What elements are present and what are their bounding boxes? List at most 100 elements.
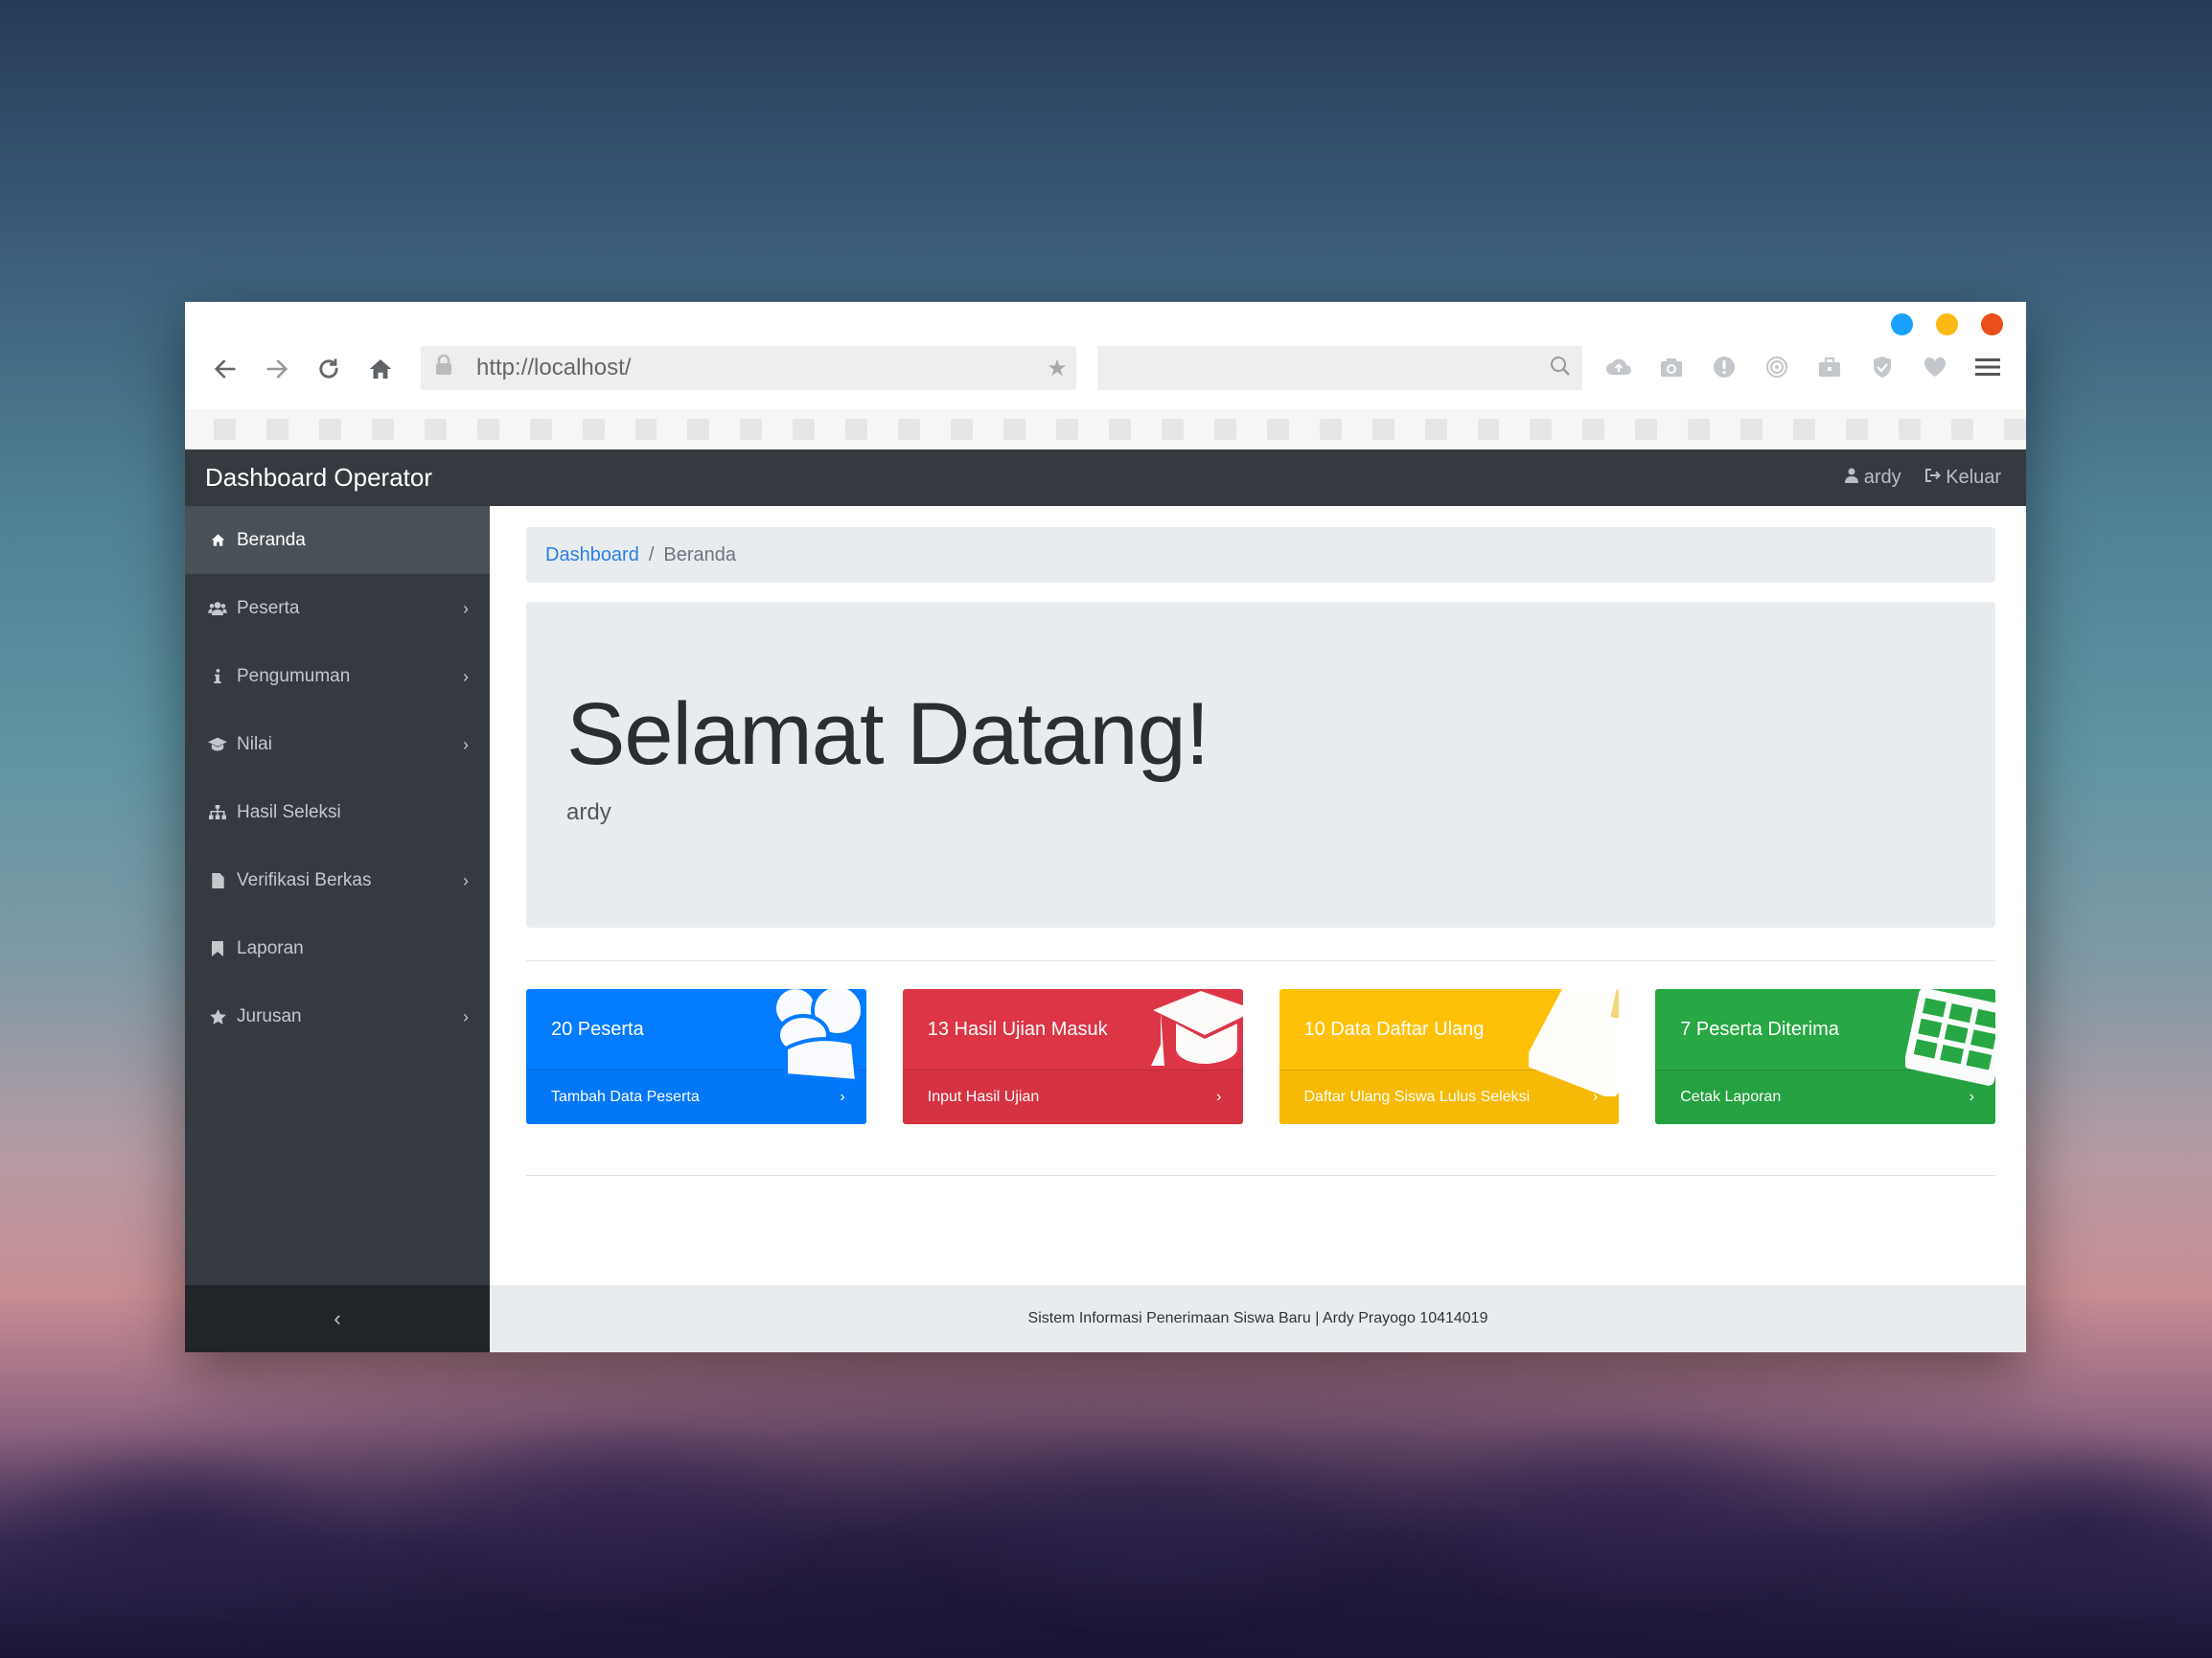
bookmark-placeholder[interactable] — [424, 419, 447, 440]
arrow-right-icon — [266, 359, 288, 379]
logout-link[interactable]: Keluar — [1924, 467, 2001, 489]
bookmark-placeholder[interactable] — [1950, 419, 1973, 440]
bookmark-placeholder[interactable] — [318, 419, 341, 440]
bookmark-placeholder[interactable] — [2003, 419, 2026, 440]
forward-button[interactable] — [258, 350, 296, 388]
bookmark-placeholder[interactable] — [1846, 419, 1868, 440]
bookmark-placeholder[interactable] — [1161, 419, 1184, 440]
welcome-subtitle: ardy — [566, 799, 611, 825]
bookmark-placeholder[interactable] — [634, 419, 657, 440]
bookmark-placeholder[interactable] — [1899, 419, 1921, 440]
card-hasil-ujian: 13 Hasil Ujian Masuk Input Hasil Ujian › — [902, 989, 1243, 1124]
close-dot[interactable] — [1981, 313, 2003, 335]
bookmark-star-icon[interactable]: ★ — [1038, 355, 1076, 382]
user-nav: ardy Keluar — [1845, 467, 2001, 489]
sidebar-item-nilai[interactable]: Nilai › — [185, 710, 490, 778]
sidebar-item-beranda[interactable]: Beranda — [185, 506, 490, 574]
sidebar-item-jurusan[interactable]: Jurusan › — [185, 982, 490, 1050]
card-action-label: Daftar Ulang Siswa Lulus Seleksi — [1303, 1089, 1531, 1105]
bookmark-placeholder[interactable] — [898, 419, 921, 440]
card-footer-link[interactable]: Input Hasil Ujian › — [902, 1070, 1243, 1124]
sidebar-toggle-button[interactable]: ‹ — [185, 1285, 490, 1352]
bookmark-placeholder[interactable] — [1477, 419, 1500, 440]
bookmark-icon — [208, 940, 227, 956]
bookmark-placeholder[interactable] — [1056, 419, 1078, 440]
search-input[interactable] — [1097, 356, 1538, 380]
sign-out-icon — [1924, 469, 1941, 482]
address-bar[interactable]: ★ — [421, 346, 1076, 390]
bookmark-placeholder[interactable] — [1319, 419, 1342, 440]
sidebar-item-pengumuman[interactable]: Pengumuman › — [185, 642, 490, 710]
sidebar: Beranda Peserta › Pengumuman › Nilai › H… — [185, 506, 490, 1352]
bookmark-placeholder[interactable] — [1108, 419, 1131, 440]
bookmark-placeholder[interactable] — [951, 419, 974, 440]
bookmark-placeholder[interactable] — [265, 419, 288, 440]
bookmark-placeholder[interactable] — [1424, 419, 1447, 440]
sidebar-item-verifikasi-berkas[interactable]: Verifikasi Berkas › — [185, 846, 490, 914]
chevron-right-icon: › — [1969, 1089, 1974, 1105]
card-title: 20 Peserta — [551, 1018, 644, 1040]
camera-icon[interactable] — [1654, 350, 1689, 384]
shield-icon[interactable] — [1865, 350, 1900, 384]
sidebar-item-peserta[interactable]: Peserta › — [185, 574, 490, 642]
bookmark-placeholder[interactable] — [1371, 419, 1394, 440]
table-icon — [1905, 989, 1995, 1086]
breadcrumb-link-dashboard[interactable]: Dashboard — [545, 544, 639, 566]
back-button[interactable] — [206, 350, 244, 388]
bookmark-placeholder[interactable] — [793, 419, 816, 440]
home-button[interactable] — [361, 350, 400, 388]
bookmark-placeholder[interactable] — [1213, 419, 1236, 440]
card-peserta-diterima: 7 Peserta Diterima Cetak Laporan › — [1655, 989, 1995, 1124]
bookmark-placeholder[interactable] — [476, 419, 499, 440]
bookmark-placeholder[interactable] — [740, 419, 763, 440]
graduation-cap-icon — [1150, 991, 1243, 1066]
sidebar-item-hasil-seleksi[interactable]: Hasil Seleksi — [185, 778, 490, 846]
username: ardy — [1863, 467, 1901, 488]
bookmark-placeholder[interactable] — [1266, 419, 1289, 440]
browser-window: ★ Dashboard Operator ardy — [185, 302, 2026, 1352]
card-action-label: Tambah Data Peserta — [551, 1089, 700, 1105]
bookmark-placeholder[interactable] — [1003, 419, 1025, 440]
bookmark-placeholder[interactable] — [845, 419, 868, 440]
sidebar-item-label: Nilai — [237, 733, 272, 754]
footer-text: Sistem Informasi Penerimaan Siswa Baru |… — [1027, 1310, 1488, 1326]
heart-icon[interactable] — [1918, 350, 1952, 384]
url-input[interactable] — [459, 355, 1038, 381]
home-icon — [369, 359, 392, 379]
top-navbar: Dashboard Operator ardy Keluar — [185, 449, 2026, 506]
cloud-upload-icon[interactable] — [1601, 350, 1636, 384]
alert-icon[interactable] — [1707, 350, 1741, 384]
sidebar-item-label: Pengumuman — [237, 665, 351, 686]
bookmark-placeholder[interactable] — [1635, 419, 1658, 440]
briefcase-icon[interactable] — [1812, 350, 1847, 384]
bookmark-placeholder[interactable] — [1688, 419, 1711, 440]
reload-button[interactable] — [310, 350, 348, 388]
bookmark-placeholder[interactable] — [687, 419, 710, 440]
sidebar-item-laporan[interactable]: Laporan — [185, 914, 490, 982]
home-icon — [208, 533, 227, 547]
footer: Sistem Informasi Penerimaan Siswa Baru |… — [490, 1285, 2026, 1352]
breadcrumb: Dashboard / Beranda — [526, 527, 1995, 583]
menu-icon[interactable] — [1970, 350, 2005, 384]
bookmark-placeholder[interactable] — [371, 419, 394, 440]
bookmark-placeholder[interactable] — [529, 419, 552, 440]
bookmark-placeholder[interactable] — [1793, 419, 1816, 440]
bookmark-placeholder[interactable] — [582, 419, 605, 440]
user-menu[interactable]: ardy — [1845, 467, 1901, 489]
card-daftar-ulang: 10 Data Daftar Ulang Daftar Ulang Siswa … — [1279, 989, 1620, 1124]
minimize-dot[interactable] — [1891, 313, 1913, 335]
reload-icon — [319, 358, 338, 379]
bookmark-placeholder[interactable] — [1582, 419, 1605, 440]
bookmark-placeholder[interactable] — [1740, 419, 1763, 440]
search-bar[interactable] — [1097, 346, 1582, 390]
bookmark-placeholder[interactable] — [1530, 419, 1553, 440]
brand-title[interactable]: Dashboard Operator — [205, 463, 432, 493]
bookmark-placeholder[interactable] — [214, 419, 236, 440]
fingerprint-icon[interactable] — [1760, 350, 1794, 384]
card-header: 10 Data Daftar Ulang — [1279, 989, 1620, 1096]
sidebar-item-label: Beranda — [237, 529, 306, 550]
maximize-dot[interactable] — [1936, 313, 1958, 335]
chevron-right-icon: › — [463, 599, 469, 618]
search-icon[interactable] — [1538, 355, 1582, 382]
card-title: 7 Peserta Diterima — [1680, 1018, 1839, 1040]
